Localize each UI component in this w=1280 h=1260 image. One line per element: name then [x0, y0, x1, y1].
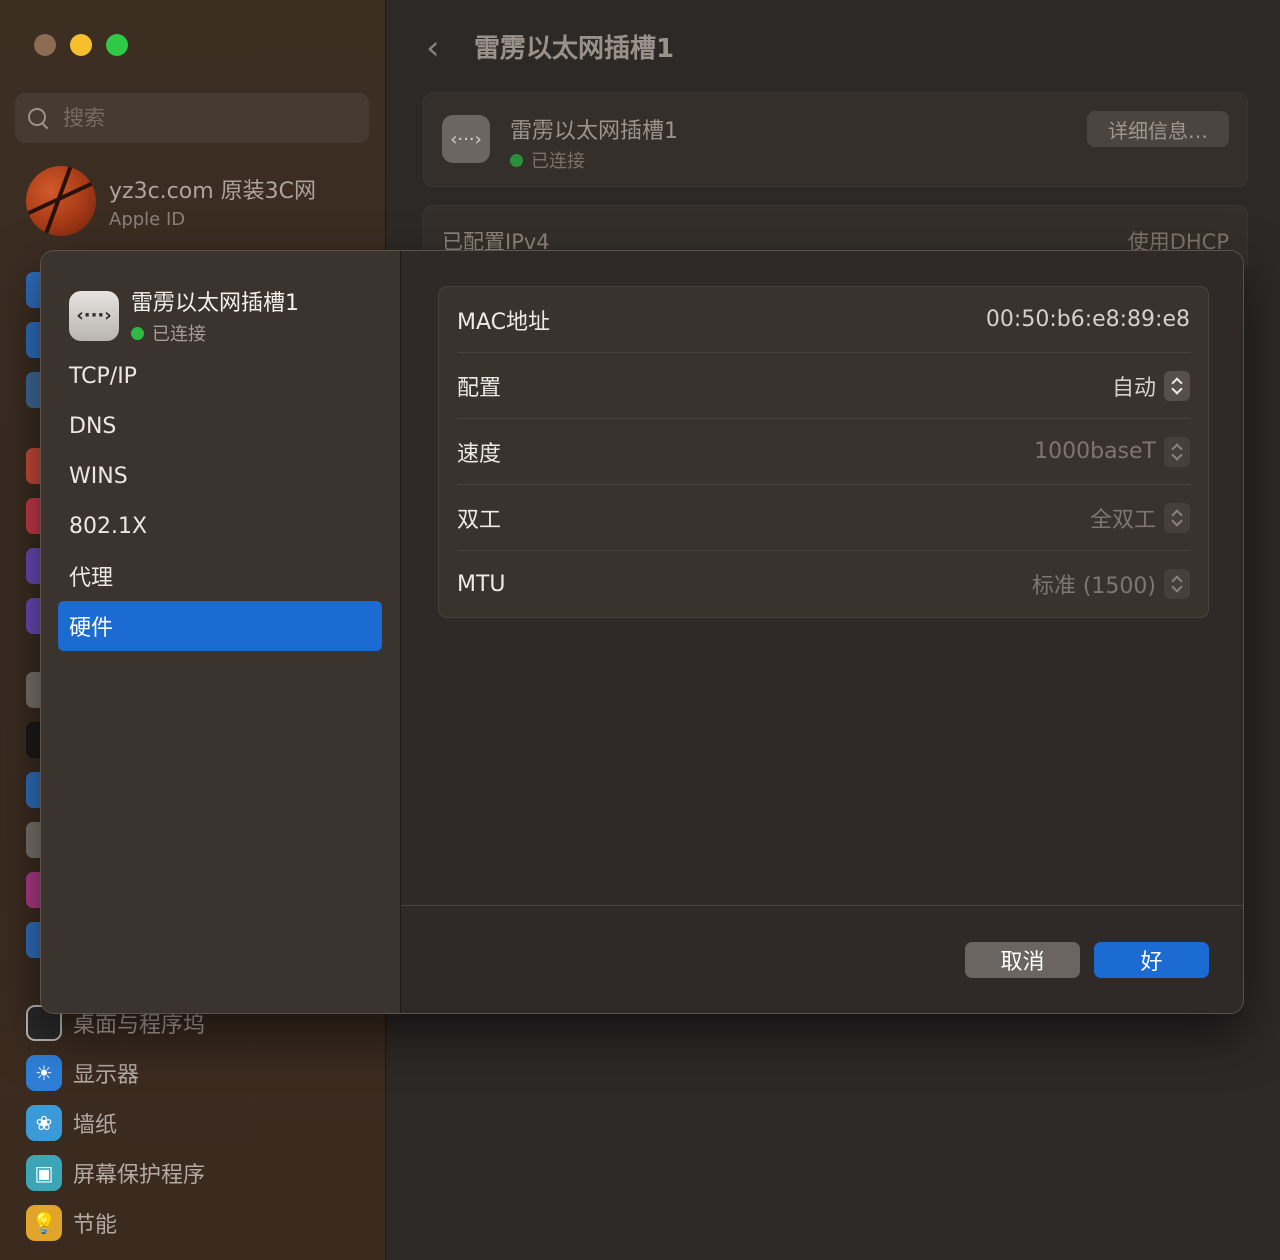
sheet-header: ‹···› 雷雳以太网插槽1 已连接 [69, 285, 299, 346]
updown-chevron-icon [1164, 502, 1190, 533]
details-button[interactable]: 详细信息… [1087, 111, 1229, 147]
sidebar-icon-partial [26, 722, 40, 758]
mtu-value: 标准 (1500) [1031, 574, 1156, 599]
ok-button[interactable]: 好 [1094, 942, 1209, 978]
sidebar-icon-partial [26, 448, 40, 484]
updown-chevron-icon [1164, 569, 1190, 599]
sidebar-item-screensaver[interactable]: ▣ 屏幕保护程序 [26, 1148, 205, 1198]
speed-value: 1000baseT [1034, 439, 1156, 464]
page-title: 雷雳以太网插槽1 [474, 34, 675, 64]
sheet-service-name: 雷雳以太网插槽1 [131, 291, 299, 316]
configure-popup[interactable]: 自动 [1112, 370, 1190, 402]
row-label: 双工 [457, 507, 502, 533]
row-label: MTU [457, 571, 506, 597]
mtu-row: MTU 标准 (1500) [457, 551, 1190, 617]
sidebar-item-label: 墙纸 [73, 1113, 118, 1138]
maximize-button[interactable] [106, 34, 128, 56]
energy-icon: 💡 [26, 1205, 62, 1241]
sheet-menu: TCP/IP DNS WINS 802.1X 代理 硬件 [58, 351, 382, 651]
mtu-popup: 标准 (1500) [1032, 568, 1190, 600]
status-text: 已连接 [531, 151, 585, 172]
search-icon [27, 107, 49, 129]
hardware-settings-sheet: ‹···› 雷雳以太网插槽1 已连接 TCP/IP DNS WINS 802.1… [40, 250, 1244, 1014]
duplex-value: 全双工 [1089, 507, 1156, 533]
sidebar-icon-partial [26, 548, 40, 584]
sidebar-icon-partial [26, 772, 40, 808]
wallpaper-icon: ❀ [26, 1105, 62, 1141]
sheet-sidebar: ‹···› 雷雳以太网插槽1 已连接 TCP/IP DNS WINS 802.1… [41, 251, 401, 1013]
service-status: 已连接 [510, 147, 585, 173]
menu-item-wins[interactable]: WINS [58, 451, 382, 501]
sidebar-icon-partial [26, 922, 40, 958]
configure-value: 自动 [1111, 375, 1156, 401]
sidebar-item-label: 节能 [73, 1213, 118, 1238]
mac-address-row: MAC地址 00:50:b6:e8:89:e8 [457, 287, 1190, 353]
sidebar-icon-partial [26, 598, 40, 634]
sheet-content: MAC地址 00:50:b6:e8:89:e8 配置 自动 速度 1000bas… [402, 251, 1243, 1013]
cancel-button[interactable]: 取消 [965, 942, 1080, 978]
updown-chevron-icon[interactable] [1164, 370, 1190, 401]
screensaver-icon: ▣ [26, 1155, 62, 1191]
updown-chevron-icon [1164, 436, 1190, 467]
main-header: ‹ 雷雳以太网插槽1 [386, 0, 1280, 90]
footer-divider [402, 905, 1243, 906]
duplex-popup: 全双工 [1090, 502, 1190, 534]
sidebar-icon-partial [26, 822, 40, 858]
sidebar-item-label: 显示器 [73, 1063, 140, 1088]
sidebar-icon-partial [26, 372, 40, 408]
sheet-service-status: 已连接 [131, 320, 299, 346]
sidebar-item-label: 屏幕保护程序 [73, 1163, 206, 1188]
sidebar-item-energy[interactable]: 💡 节能 [26, 1198, 205, 1248]
row-label: MAC地址 [457, 309, 551, 335]
display-icon: ☀ [26, 1055, 62, 1091]
menu-item-hardware[interactable]: 硬件 [58, 601, 382, 651]
apple-id-account[interactable]: yz3c.com 原装3C网 Apple ID [26, 166, 316, 236]
duplex-row: 双工 全双工 [457, 485, 1190, 551]
sidebar-icon-partial [26, 672, 40, 708]
status-dot-icon [131, 326, 144, 340]
row-label: 速度 [457, 441, 502, 467]
sidebar-item-display[interactable]: ☀ 显示器 [26, 1048, 205, 1098]
status-text: 已连接 [152, 324, 206, 345]
mac-address-value: 00:50:b6:e8:89:e8 [985, 307, 1190, 332]
account-subtitle: Apple ID [109, 208, 186, 230]
sidebar-item-wallpaper[interactable]: ❀ 墙纸 [26, 1098, 205, 1148]
hardware-table: MAC地址 00:50:b6:e8:89:e8 配置 自动 速度 1000bas… [438, 286, 1209, 618]
search-field[interactable] [15, 93, 369, 143]
back-chevron-icon[interactable]: ‹ [426, 28, 440, 68]
minimize-button[interactable] [70, 34, 92, 56]
account-name: yz3c.com 原装3C网 [109, 178, 316, 204]
search-input[interactable] [63, 106, 343, 130]
sidebar-icon-partial [26, 322, 40, 358]
close-button[interactable] [34, 34, 56, 56]
sidebar-icon-partial [26, 872, 40, 908]
ethernet-icon: ‹···› [442, 115, 490, 163]
avatar [26, 166, 96, 236]
ethernet-icon: ‹···› [69, 290, 119, 341]
status-dot-icon [510, 153, 523, 167]
service-name: 雷雳以太网插槽1 [510, 119, 678, 144]
sidebar-icon-partial [26, 498, 40, 534]
menu-item-proxy[interactable]: 代理 [58, 551, 382, 601]
speed-row: 速度 1000baseT [457, 419, 1190, 485]
menu-item-tcpip[interactable]: TCP/IP [58, 351, 382, 401]
menu-item-8021x[interactable]: 802.1X [58, 501, 382, 551]
speed-popup: 1000baseT [1034, 436, 1190, 467]
sidebar-icon-partial [26, 272, 40, 308]
row-label: 配置 [457, 375, 502, 401]
menu-item-dns[interactable]: DNS [58, 401, 382, 451]
network-service-card: ‹···› 雷雳以太网插槽1 已连接 详细信息… [423, 92, 1248, 187]
configure-row: 配置 自动 [457, 353, 1190, 419]
